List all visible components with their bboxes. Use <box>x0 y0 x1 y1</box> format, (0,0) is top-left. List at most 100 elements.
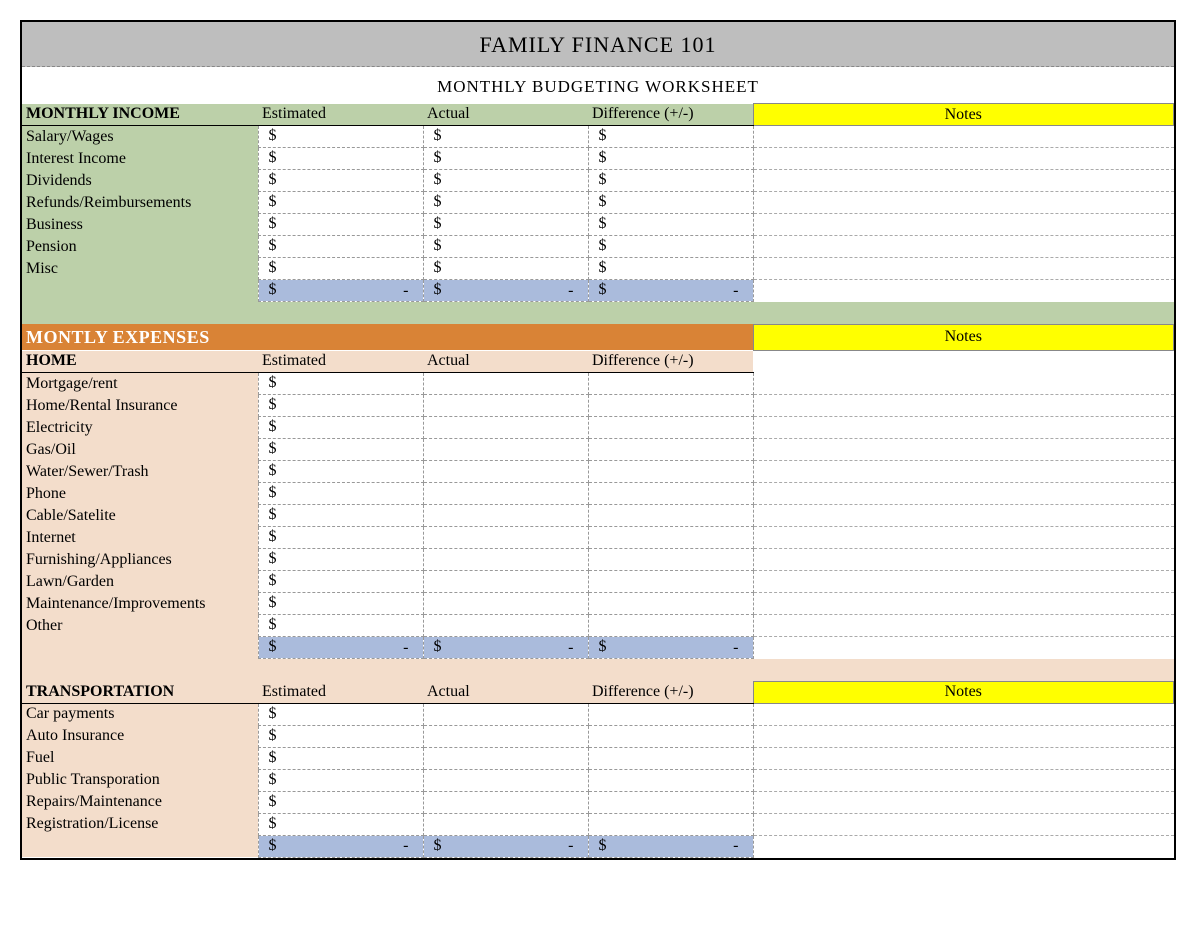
cell-actual[interactable] <box>423 725 588 747</box>
cell-actual[interactable] <box>423 483 588 505</box>
cell-actual[interactable] <box>423 126 588 148</box>
cell-estimated[interactable] <box>258 791 423 813</box>
cell-estimated[interactable] <box>258 571 423 593</box>
cell-difference[interactable] <box>588 593 753 615</box>
cell-difference[interactable] <box>588 483 753 505</box>
cell-notes[interactable] <box>753 126 1174 148</box>
cell-actual[interactable] <box>423 549 588 571</box>
cell-difference[interactable] <box>588 236 753 258</box>
cell-estimated[interactable] <box>258 615 423 637</box>
cell-difference[interactable] <box>588 170 753 192</box>
cell-estimated[interactable] <box>258 439 423 461</box>
income-total-diff[interactable] <box>588 280 753 302</box>
cell-difference[interactable] <box>588 747 753 769</box>
cell-difference[interactable] <box>588 791 753 813</box>
cell-actual[interactable] <box>423 214 588 236</box>
cell-actual[interactable] <box>423 813 588 835</box>
cell-actual[interactable] <box>423 170 588 192</box>
cell-notes[interactable] <box>753 483 1174 505</box>
cell-estimated[interactable] <box>258 192 423 214</box>
cell-actual[interactable] <box>423 527 588 549</box>
cell-actual[interactable] <box>423 395 588 417</box>
cell-actual[interactable] <box>423 417 588 439</box>
income-total-est[interactable] <box>258 280 423 302</box>
cell-notes[interactable] <box>753 615 1174 637</box>
cell-estimated[interactable] <box>258 258 423 280</box>
cell-difference[interactable] <box>588 126 753 148</box>
cell-notes[interactable] <box>753 417 1174 439</box>
cell-notes[interactable] <box>753 791 1174 813</box>
cell-notes[interactable] <box>753 258 1174 280</box>
home-total-diff[interactable] <box>588 637 753 659</box>
cell-notes[interactable] <box>753 439 1174 461</box>
cell-difference[interactable] <box>588 148 753 170</box>
cell-estimated[interactable] <box>258 373 423 395</box>
cell-notes[interactable] <box>753 461 1174 483</box>
cell-actual[interactable] <box>423 373 588 395</box>
cell-notes[interactable] <box>753 236 1174 258</box>
cell-notes[interactable] <box>753 703 1174 725</box>
cell-difference[interactable] <box>588 615 753 637</box>
cell-difference[interactable] <box>588 813 753 835</box>
cell-difference[interactable] <box>588 769 753 791</box>
cell-notes[interactable] <box>753 549 1174 571</box>
cell-difference[interactable] <box>588 214 753 236</box>
cell-actual[interactable] <box>423 747 588 769</box>
cell-estimated[interactable] <box>258 549 423 571</box>
cell-actual[interactable] <box>423 703 588 725</box>
cell-estimated[interactable] <box>258 170 423 192</box>
cell-notes[interactable] <box>753 593 1174 615</box>
cell-difference[interactable] <box>588 527 753 549</box>
cell-notes[interactable] <box>753 192 1174 214</box>
cell-estimated[interactable] <box>258 148 423 170</box>
cell-estimated[interactable] <box>258 747 423 769</box>
cell-difference[interactable] <box>588 549 753 571</box>
cell-actual[interactable] <box>423 571 588 593</box>
cell-actual[interactable] <box>423 505 588 527</box>
cell-difference[interactable] <box>588 505 753 527</box>
cell-notes[interactable] <box>753 395 1174 417</box>
cell-notes[interactable] <box>753 214 1174 236</box>
cell-notes[interactable] <box>753 571 1174 593</box>
cell-estimated[interactable] <box>258 703 423 725</box>
cell-notes[interactable] <box>753 505 1174 527</box>
cell-difference[interactable] <box>588 725 753 747</box>
cell-actual[interactable] <box>423 791 588 813</box>
cell-actual[interactable] <box>423 148 588 170</box>
cell-difference[interactable] <box>588 703 753 725</box>
cell-actual[interactable] <box>423 192 588 214</box>
cell-notes[interactable] <box>753 813 1174 835</box>
home-total-est[interactable] <box>258 637 423 659</box>
cell-estimated[interactable] <box>258 593 423 615</box>
cell-difference[interactable] <box>588 192 753 214</box>
cell-estimated[interactable] <box>258 214 423 236</box>
cell-actual[interactable] <box>423 461 588 483</box>
transport-total-diff[interactable] <box>588 835 753 857</box>
cell-estimated[interactable] <box>258 505 423 527</box>
cell-estimated[interactable] <box>258 236 423 258</box>
home-total-act[interactable] <box>423 637 588 659</box>
cell-notes[interactable] <box>753 148 1174 170</box>
cell-notes[interactable] <box>753 725 1174 747</box>
cell-actual[interactable] <box>423 769 588 791</box>
cell-estimated[interactable] <box>258 725 423 747</box>
cell-actual[interactable] <box>423 258 588 280</box>
cell-notes[interactable] <box>753 769 1174 791</box>
transport-total-act[interactable] <box>423 835 588 857</box>
cell-difference[interactable] <box>588 461 753 483</box>
income-total-act[interactable] <box>423 280 588 302</box>
cell-actual[interactable] <box>423 439 588 461</box>
cell-difference[interactable] <box>588 417 753 439</box>
cell-actual[interactable] <box>423 236 588 258</box>
cell-notes[interactable] <box>753 373 1174 395</box>
cell-difference[interactable] <box>588 571 753 593</box>
cell-difference[interactable] <box>588 395 753 417</box>
cell-actual[interactable] <box>423 615 588 637</box>
cell-estimated[interactable] <box>258 813 423 835</box>
cell-difference[interactable] <box>588 373 753 395</box>
cell-estimated[interactable] <box>258 126 423 148</box>
cell-estimated[interactable] <box>258 483 423 505</box>
cell-notes[interactable] <box>753 170 1174 192</box>
cell-estimated[interactable] <box>258 527 423 549</box>
cell-difference[interactable] <box>588 439 753 461</box>
